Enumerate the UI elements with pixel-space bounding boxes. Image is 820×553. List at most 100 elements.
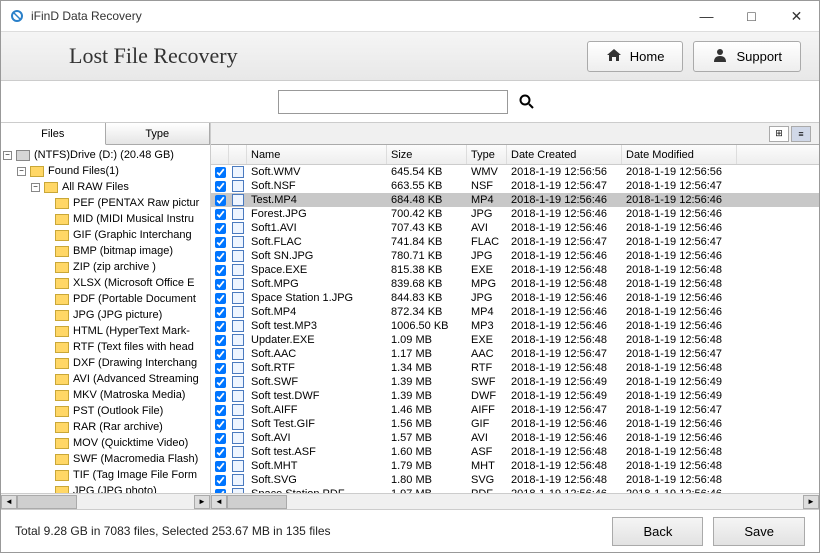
tab-files[interactable]: Files <box>1 123 106 145</box>
table-row[interactable]: Soft1.AVI707.43 KBAVI2018-1-19 12:56:462… <box>211 221 819 235</box>
view-grid-button[interactable]: ⊞ <box>769 126 789 142</box>
table-row[interactable]: Soft.MHT1.79 MBMHT2018-1-19 12:56:482018… <box>211 459 819 473</box>
home-label: Home <box>630 49 665 64</box>
tree-item[interactable]: JPG (JPG photo) <box>3 483 208 493</box>
minimize-button[interactable]: — <box>684 1 729 31</box>
tree-item[interactable]: TIF (Tag Image File Form <box>3 467 208 483</box>
file-icon <box>229 180 247 192</box>
row-checkbox[interactable] <box>215 237 226 248</box>
row-checkbox[interactable] <box>215 223 226 234</box>
tree-item[interactable]: AVI (Advanced Streaming <box>3 371 208 387</box>
col-type[interactable]: Type <box>467 145 507 164</box>
list-hscroll[interactable]: ◄► <box>211 493 819 509</box>
tree-item[interactable]: BMP (bitmap image) <box>3 243 208 259</box>
folder-tree[interactable]: −(NTFS)Drive (D:) (20.48 GB) −Found File… <box>1 145 210 493</box>
row-checkbox[interactable] <box>215 293 226 304</box>
row-checkbox[interactable] <box>215 433 226 444</box>
row-checkbox[interactable] <box>215 461 226 472</box>
table-row[interactable]: Soft.SWF1.39 MBSWF2018-1-19 12:56:492018… <box>211 375 819 389</box>
table-row[interactable]: Soft test.ASF1.60 MBASF2018-1-19 12:56:4… <box>211 445 819 459</box>
expand-icon[interactable]: − <box>3 151 12 160</box>
table-row[interactable]: Soft.FLAC741.84 KBFLAC2018-1-19 12:56:47… <box>211 235 819 249</box>
row-checkbox[interactable] <box>215 167 226 178</box>
table-row[interactable]: Soft.SVG1.80 MBSVG2018-1-19 12:56:482018… <box>211 473 819 487</box>
cell-date-created: 2018-1-19 12:56:49 <box>507 390 622 402</box>
row-checkbox[interactable] <box>215 251 226 262</box>
support-button[interactable]: Support <box>693 41 801 72</box>
col-date-modified[interactable]: Date Modified <box>622 145 737 164</box>
view-list-button[interactable]: ≡ <box>791 126 811 142</box>
close-button[interactable]: ✕ <box>774 1 819 31</box>
home-button[interactable]: Home <box>587 41 684 72</box>
table-row[interactable]: Soft.WMV645.54 KBWMV2018-1-19 12:56:5620… <box>211 165 819 179</box>
tree-item[interactable]: RTF (Text files with head <box>3 339 208 355</box>
back-button[interactable]: Back <box>612 517 703 546</box>
tree-hscroll[interactable]: ◄► <box>1 493 210 509</box>
row-checkbox[interactable] <box>215 279 226 290</box>
row-checkbox[interactable] <box>215 447 226 458</box>
tree-item[interactable]: SWF (Macromedia Flash) <box>3 451 208 467</box>
tree-item[interactable]: MKV (Matroska Media) <box>3 387 208 403</box>
table-row[interactable]: Soft test.MP31006.50 KBMP32018-1-19 12:5… <box>211 319 819 333</box>
col-check[interactable] <box>211 145 229 164</box>
tree-item[interactable]: GIF (Graphic Interchang <box>3 227 208 243</box>
table-row[interactable]: Soft.AAC1.17 MBAAC2018-1-19 12:56:472018… <box>211 347 819 361</box>
save-button[interactable]: Save <box>713 517 805 546</box>
col-date-created[interactable]: Date Created <box>507 145 622 164</box>
row-checkbox[interactable] <box>215 349 226 360</box>
tree-root[interactable]: (NTFS)Drive (D:) (20.48 GB) <box>34 147 174 163</box>
maximize-button[interactable]: □ <box>729 1 774 31</box>
row-checkbox[interactable] <box>215 391 226 402</box>
table-row[interactable]: Soft Test.GIF1.56 MBGIF2018-1-19 12:56:4… <box>211 417 819 431</box>
search-button[interactable] <box>512 90 542 114</box>
table-row[interactable]: Soft test.DWF1.39 MBDWF2018-1-19 12:56:4… <box>211 389 819 403</box>
tree-item[interactable]: HTML (HyperText Mark- <box>3 323 208 339</box>
row-checkbox[interactable] <box>215 363 226 374</box>
tree-item[interactable]: PST (Outlook File) <box>3 403 208 419</box>
tree-item[interactable]: MOV (Quicktime Video) <box>3 435 208 451</box>
table-row[interactable]: Soft.AIFF1.46 MBAIFF2018-1-19 12:56:4720… <box>211 403 819 417</box>
row-checkbox[interactable] <box>215 475 226 486</box>
cell-date-modified: 2018-1-19 12:56:48 <box>622 362 737 374</box>
expand-icon[interactable]: − <box>31 183 40 192</box>
row-checkbox[interactable] <box>215 181 226 192</box>
tree-allraw[interactable]: All RAW Files <box>62 179 129 195</box>
table-row[interactable]: Updater.EXE1.09 MBEXE2018-1-19 12:56:482… <box>211 333 819 347</box>
expand-icon[interactable]: − <box>17 167 26 176</box>
table-row[interactable]: Forest.JPG700.42 KBJPG2018-1-19 12:56:46… <box>211 207 819 221</box>
table-row[interactable]: Soft.AVI1.57 MBAVI2018-1-19 12:56:462018… <box>211 431 819 445</box>
row-checkbox[interactable] <box>215 307 226 318</box>
tree-item[interactable]: PEF (PENTAX Raw pictur <box>3 195 208 211</box>
table-row[interactable]: Soft.MP4872.34 KBMP42018-1-19 12:56:4620… <box>211 305 819 319</box>
table-row[interactable]: Test.MP4684.48 KBMP42018-1-19 12:56:4620… <box>211 193 819 207</box>
tree-item[interactable]: RAR (Rar archive) <box>3 419 208 435</box>
tree-item[interactable]: XLSX (Microsoft Office E <box>3 275 208 291</box>
table-row[interactable]: Soft.MPG839.68 KBMPG2018-1-19 12:56:4820… <box>211 277 819 291</box>
table-row[interactable]: Soft.RTF1.34 MBRTF2018-1-19 12:56:482018… <box>211 361 819 375</box>
row-checkbox[interactable] <box>215 265 226 276</box>
tab-type[interactable]: Type <box>106 123 211 144</box>
table-row[interactable]: Space Station 1.JPG844.83 KBJPG2018-1-19… <box>211 291 819 305</box>
row-checkbox[interactable] <box>215 209 226 220</box>
row-checkbox[interactable] <box>215 405 226 416</box>
col-size[interactable]: Size <box>387 145 467 164</box>
row-checkbox[interactable] <box>215 195 226 206</box>
file-list[interactable]: Soft.WMV645.54 KBWMV2018-1-19 12:56:5620… <box>211 165 819 493</box>
row-checkbox[interactable] <box>215 377 226 388</box>
col-name[interactable]: Name <box>247 145 387 164</box>
tree-item[interactable]: DXF (Drawing Interchang <box>3 355 208 371</box>
search-input[interactable] <box>278 90 508 114</box>
tree-item[interactable]: MID (MIDI Musical Instru <box>3 211 208 227</box>
cell-name: Soft.AIFF <box>247 404 387 416</box>
row-checkbox[interactable] <box>215 419 226 430</box>
tree-item[interactable]: JPG (JPG picture) <box>3 307 208 323</box>
cell-name: Soft.AAC <box>247 348 387 360</box>
tree-item[interactable]: ZIP (zip archive ) <box>3 259 208 275</box>
row-checkbox[interactable] <box>215 321 226 332</box>
tree-found[interactable]: Found Files(1) <box>48 163 119 179</box>
table-row[interactable]: Soft SN.JPG780.71 KBJPG2018-1-19 12:56:4… <box>211 249 819 263</box>
table-row[interactable]: Space.EXE815.38 KBEXE2018-1-19 12:56:482… <box>211 263 819 277</box>
tree-item[interactable]: PDF (Portable Document <box>3 291 208 307</box>
row-checkbox[interactable] <box>215 335 226 346</box>
table-row[interactable]: Soft.NSF663.55 KBNSF2018-1-19 12:56:4720… <box>211 179 819 193</box>
